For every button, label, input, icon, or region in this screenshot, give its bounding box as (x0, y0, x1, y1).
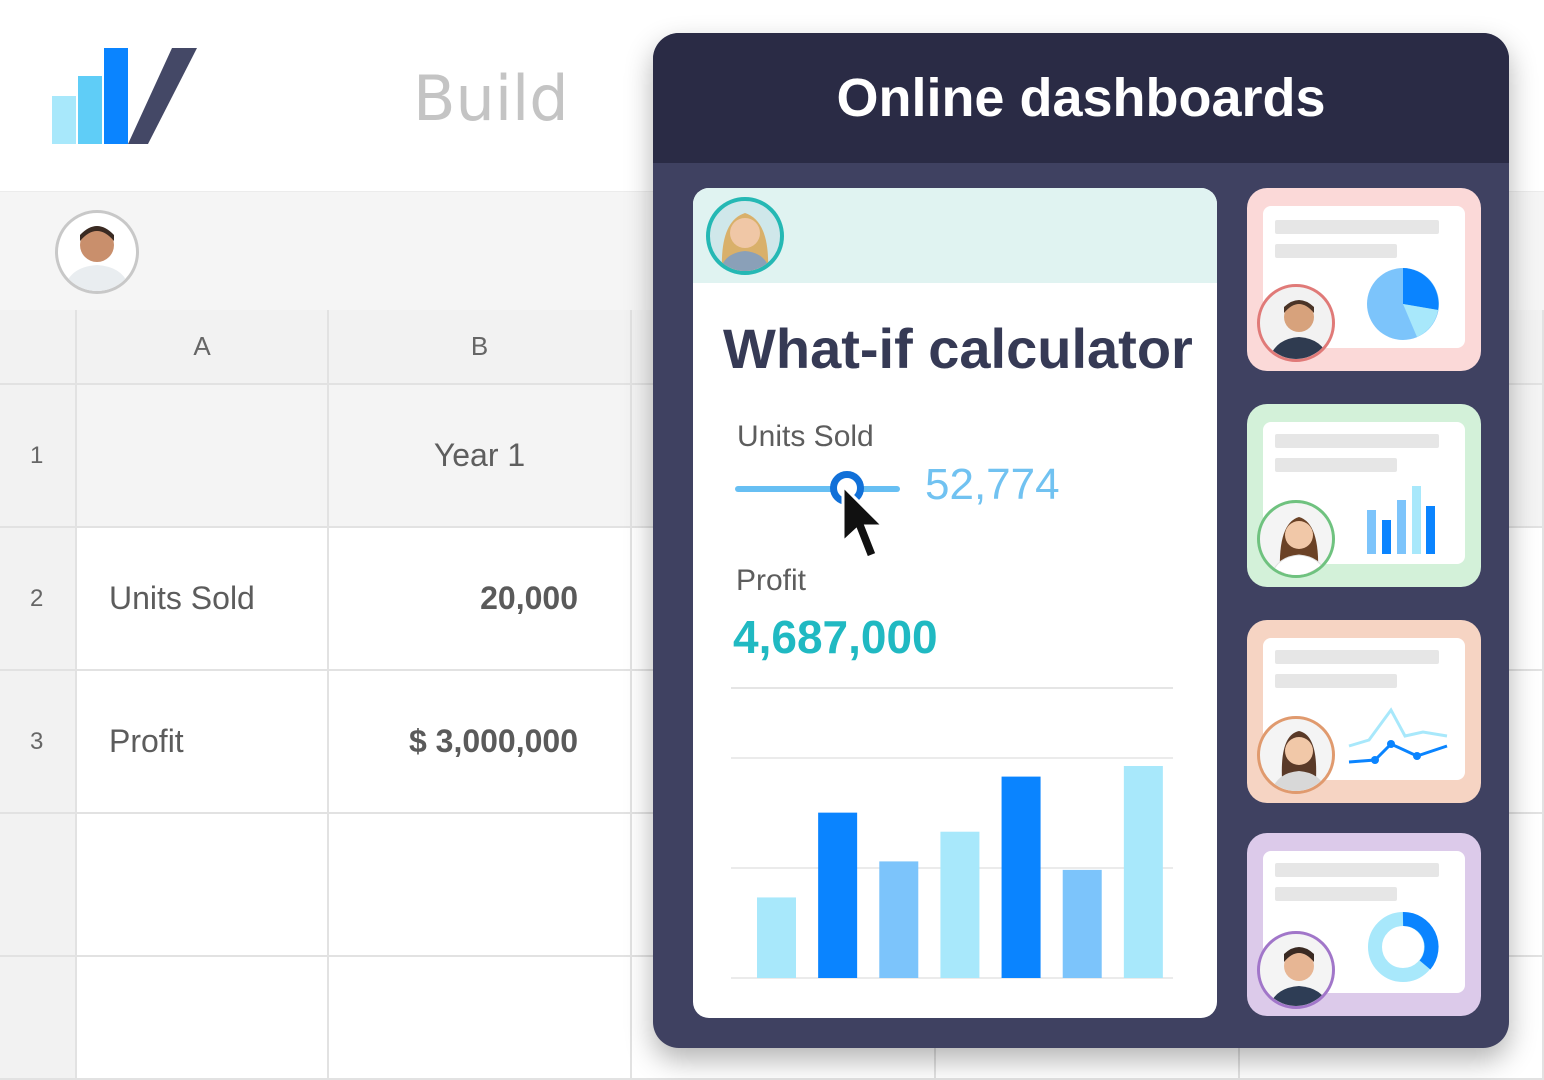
bar-5 (1001, 776, 1041, 978)
bar-6 (1062, 869, 1102, 978)
user-avatar[interactable] (55, 210, 139, 294)
dashboard-thumbnail-pie[interactable] (1247, 188, 1481, 371)
author-avatar[interactable] (706, 197, 784, 275)
profit-label: Profit (736, 564, 807, 597)
row-number-3[interactable]: 3 (0, 671, 77, 814)
placeholder-line (1275, 434, 1439, 448)
cell-a1[interactable] (77, 385, 329, 528)
row-number-1[interactable]: 1 (0, 385, 77, 528)
bar-4 (940, 831, 980, 978)
cell-b5[interactable] (329, 957, 632, 1080)
logo-bar-1 (52, 96, 76, 144)
bar-2 (818, 812, 858, 978)
row-number-4[interactable] (0, 814, 77, 957)
divider (731, 687, 1173, 689)
corner-cell[interactable] (0, 310, 77, 385)
author-avatar[interactable] (1257, 716, 1335, 794)
cell-b3[interactable]: $ 3,000,000 (329, 671, 632, 814)
row-number-2[interactable]: 2 (0, 528, 77, 671)
cell-a5[interactable] (77, 957, 329, 1080)
build-tab[interactable]: Build (413, 62, 569, 135)
bar-chart (731, 757, 1173, 979)
line-chart-icon (1348, 707, 1448, 764)
column-header-b[interactable]: B (329, 310, 632, 385)
author-avatar[interactable] (1257, 931, 1335, 1009)
cell-b4[interactable] (329, 814, 632, 957)
bar-7 (1123, 766, 1163, 978)
logo-check (128, 48, 197, 144)
cursor-icon (841, 484, 887, 560)
person-icon (1269, 300, 1329, 359)
placeholder-line (1275, 458, 1397, 472)
person-icon (720, 213, 770, 271)
bar-1 (757, 897, 796, 978)
author-avatar[interactable] (1257, 284, 1335, 362)
placeholder-line (1275, 887, 1397, 901)
card-header (693, 188, 1217, 283)
dashboard-panel: Online dashboards What-if calculator Uni… (653, 33, 1509, 1048)
pie-chart-icon (1367, 268, 1439, 340)
dashboard-thumbnail-line[interactable] (1247, 620, 1481, 803)
placeholder-line (1275, 244, 1397, 258)
what-if-calculator-card[interactable]: What-if calculator Units Sold 52,774 Pro… (693, 188, 1217, 1018)
bar-chart-icon (1367, 486, 1435, 554)
placeholder-line (1275, 220, 1439, 234)
units-sold-label: Units Sold (737, 420, 874, 453)
cell-a2[interactable]: Units Sold (77, 528, 329, 671)
panel-header: Online dashboards (653, 33, 1509, 163)
placeholder-line (1275, 650, 1439, 664)
column-header-a[interactable]: A (77, 310, 329, 385)
placeholder-line (1275, 863, 1439, 877)
dashboard-thumbnail-bar[interactable] (1247, 404, 1481, 587)
panel-title: Online dashboards (836, 68, 1326, 128)
placeholder-line (1275, 674, 1397, 688)
logo-bar-3 (104, 48, 128, 144)
donut-chart-icon (1368, 912, 1439, 982)
cell-a3[interactable]: Profit (77, 671, 329, 814)
cell-b2[interactable]: 20,000 (329, 528, 632, 671)
calculator-title: What-if calculator (723, 317, 1193, 380)
person-icon (64, 226, 130, 291)
brand-logo[interactable] (52, 48, 202, 146)
row-number-5[interactable] (0, 957, 77, 1080)
person-icon (1270, 517, 1328, 575)
logo-bar-2 (78, 76, 102, 144)
units-sold-value: 52,774 (925, 460, 1060, 509)
bar-3 (879, 861, 919, 978)
cell-a4[interactable] (77, 814, 329, 957)
author-avatar[interactable] (1257, 500, 1335, 578)
person-icon (1271, 731, 1327, 791)
cell-b1[interactable]: Year 1 (329, 385, 632, 528)
dashboard-thumbnail-donut[interactable] (1247, 833, 1481, 1016)
person-icon (1269, 947, 1329, 1006)
profit-value: 4,687,000 (733, 611, 938, 663)
